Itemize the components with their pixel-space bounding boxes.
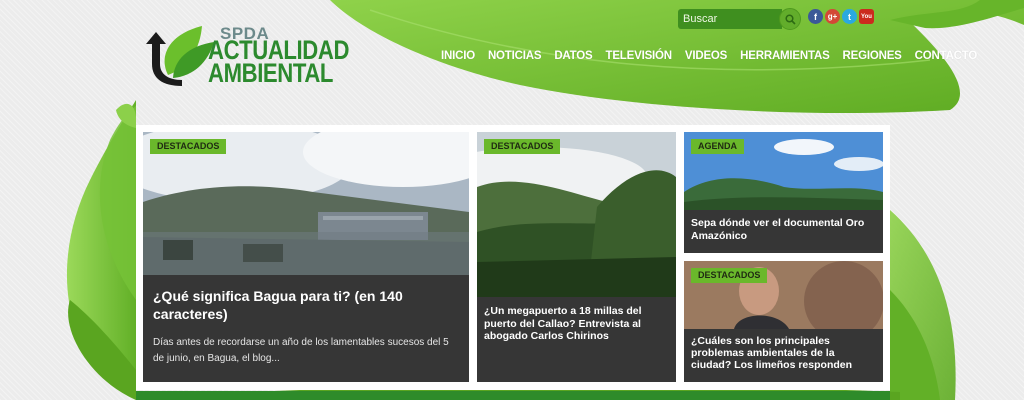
featured-panel: DESTACADOS ¿Qué significa Bagua para ti?… [136, 125, 890, 390]
nav-item-inicio[interactable]: INICIO [441, 50, 475, 66]
main-nav: INICIO NOTICIAS DATOS TELEVISIÓN VIDEOS … [441, 50, 977, 66]
card-title[interactable]: ¿Un megapuerto a 18 millas del puerto de… [484, 305, 669, 343]
search-button[interactable] [779, 8, 801, 30]
google-plus-icon[interactable]: g+ [825, 9, 840, 24]
nav-item-television[interactable]: TELEVISIÓN [606, 50, 673, 66]
featured-card-megapuerto[interactable]: DESTACADOS ¿Un megapuerto a 18 millas de… [477, 132, 676, 382]
twitter-icon[interactable]: t [842, 9, 857, 24]
logo-text-line2: AMBIENTAL [208, 58, 334, 88]
site-logo[interactable]: SPDA ACTUALIDAD AMBIENTAL [138, 20, 368, 90]
search-box [678, 8, 802, 30]
card-image-forest [477, 132, 676, 297]
nav-item-videos[interactable]: VIDEOS [685, 50, 727, 66]
card-title[interactable]: ¿Qué significa Bagua para ti? (en 140 ca… [153, 287, 459, 323]
card-badge: DESTACADOS [484, 139, 561, 154]
nav-item-regiones[interactable]: REGIONES [843, 50, 902, 66]
bottom-bar [136, 391, 890, 400]
nav-item-noticias[interactable]: NOTICIAS [488, 50, 542, 66]
featured-card-main[interactable]: DESTACADOS ¿Qué significa Bagua para ti?… [143, 132, 469, 382]
card-title[interactable]: ¿Cuáles son los principales problemas am… [691, 335, 876, 372]
search-icon [784, 13, 796, 25]
card-excerpt: Días antes de recordarse un año de los l… [153, 337, 449, 364]
card-title[interactable]: Sepa dónde ver el documental Oro Amazóni… [691, 217, 876, 242]
nav-item-contacto[interactable]: CONTACTO [915, 50, 978, 66]
featured-card-problemas[interactable]: DESTACADOS ¿Cuáles son los principales p… [684, 261, 883, 382]
search-input[interactable] [678, 9, 782, 29]
card-badge: DESTACADOS [150, 139, 227, 154]
nav-item-herramientas[interactable]: HERRAMIENTAS [740, 50, 830, 66]
nav-item-datos[interactable]: DATOS [554, 50, 592, 66]
youtube-icon[interactable]: You [859, 9, 874, 24]
card-badge: DESTACADOS [691, 268, 768, 283]
facebook-icon[interactable]: f [808, 9, 823, 24]
card-badge: AGENDA [691, 139, 745, 154]
logo-leaf-arrow-icon [146, 26, 214, 86]
agenda-card-documental[interactable]: AGENDA Sepa dónde ver el documental Oro … [684, 132, 883, 253]
